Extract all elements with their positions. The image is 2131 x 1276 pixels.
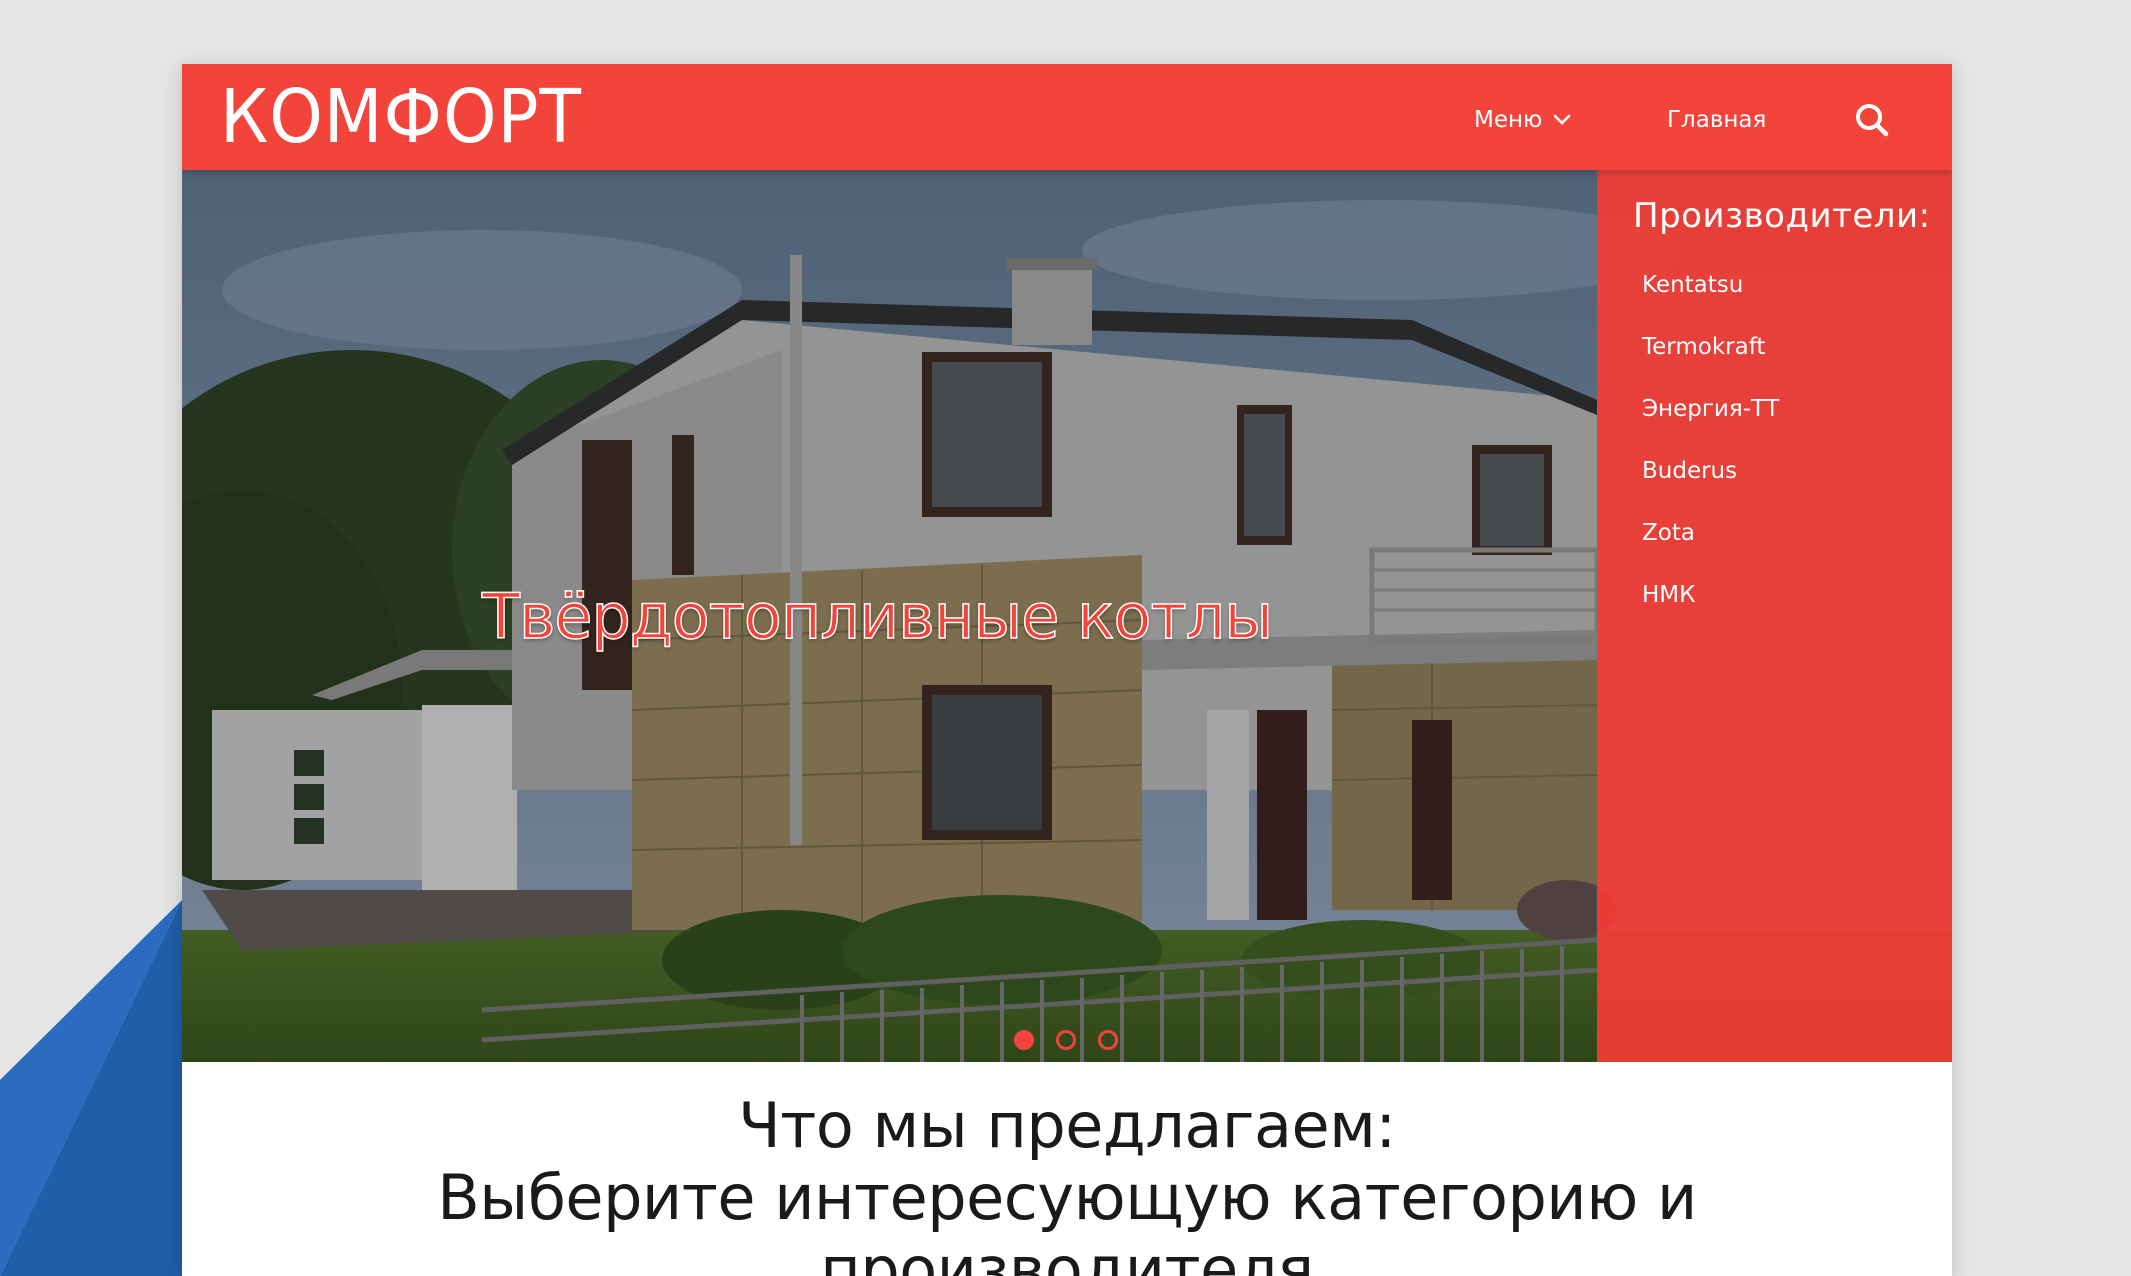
nav-home-link[interactable]: Главная bbox=[1667, 100, 1766, 140]
slider-dot-2[interactable] bbox=[1056, 1030, 1076, 1050]
hero-slide-title[interactable]: Твёрдотопливные котлы bbox=[481, 579, 1274, 654]
manufacturer-link[interactable]: НМК bbox=[1642, 580, 1779, 642]
manufacturer-link[interactable]: Энергия-ТТ bbox=[1642, 394, 1779, 456]
manufacturers-panel: Производители: Kentatsu Termokraft Энерг… bbox=[1597, 170, 1952, 1062]
nav-menu-label: Меню bbox=[1474, 107, 1543, 133]
manufacturer-link[interactable]: Zota bbox=[1642, 518, 1779, 580]
manufacturer-link[interactable]: Termokraft bbox=[1642, 332, 1779, 394]
offer-heading: Что мы предлагаем: Выберите интересующую… bbox=[182, 1090, 1952, 1276]
site-logo[interactable]: КОМФОРТ bbox=[220, 74, 582, 160]
search-icon[interactable] bbox=[1850, 98, 1894, 142]
offer-section: Что мы предлагаем: Выберите интересующую… bbox=[182, 1062, 1952, 1276]
slider-dot-1[interactable] bbox=[1014, 1030, 1034, 1050]
offer-heading-line2: Выберите интересующую категорию и произв… bbox=[437, 1161, 1697, 1276]
chevron-down-icon bbox=[1554, 114, 1571, 125]
manufacturer-link[interactable]: Buderus bbox=[1642, 456, 1779, 518]
site-header: КОМФОРТ Меню Главная bbox=[182, 64, 1952, 170]
manufacturers-title: Производители: bbox=[1633, 196, 1931, 236]
slider-pagination bbox=[1014, 1030, 1118, 1050]
offer-heading-line1: Что мы предлагаем: bbox=[738, 1089, 1396, 1162]
manufacturer-link[interactable]: Kentatsu bbox=[1642, 270, 1779, 332]
website-frame: КОМФОРТ Меню Главная Твёрдотопливные кот… bbox=[182, 64, 1952, 1276]
manufacturers-list: Kentatsu Termokraft Энергия-ТТ Buderus Z… bbox=[1642, 270, 1779, 642]
nav-menu-dropdown[interactable]: Меню bbox=[1474, 100, 1572, 140]
slider-dot-3[interactable] bbox=[1098, 1030, 1118, 1050]
